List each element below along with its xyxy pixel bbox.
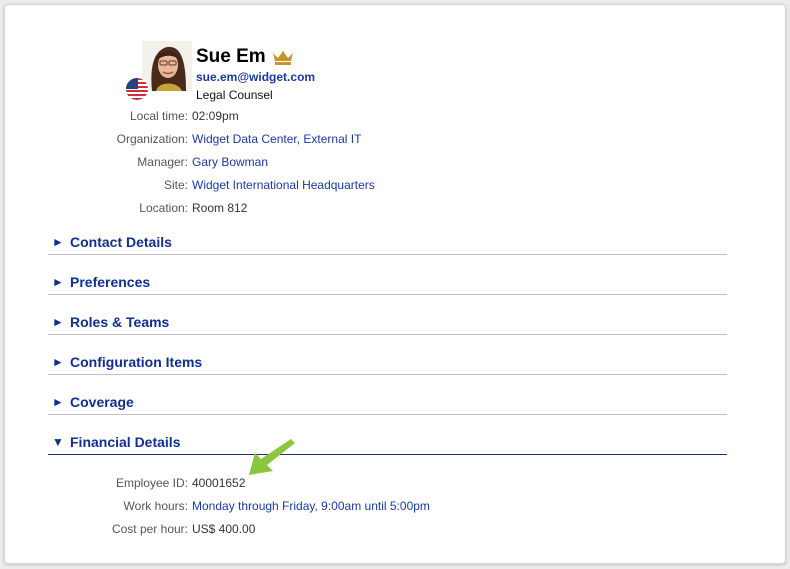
detail-value: 02:09pm xyxy=(192,109,239,123)
name-row: Sue Em xyxy=(196,46,295,68)
detail-label: Local time: xyxy=(129,109,188,123)
section-label: Financial Details xyxy=(70,434,181,450)
triangle-right-icon: ► xyxy=(52,395,64,409)
work-hours-link[interactable]: Monday through Friday, 9:00am until 5:00… xyxy=(192,498,430,514)
section-coverage[interactable]: ► Coverage xyxy=(48,391,727,415)
crown-icon xyxy=(272,51,293,65)
detail-value: Room 812 xyxy=(192,201,248,215)
job-title: Legal Counsel xyxy=(196,88,273,102)
detail-label: Location: xyxy=(139,201,188,215)
section-roles-teams[interactable]: ► Roles & Teams xyxy=(48,311,727,335)
detail-row-organization: Organization: Widget Data Center, Extern… xyxy=(5,131,362,147)
section-label: Coverage xyxy=(70,394,134,410)
cost-per-hour-value: US$ 400.00 xyxy=(192,522,256,536)
avatar xyxy=(142,41,192,91)
section-preferences[interactable]: ► Preferences xyxy=(48,271,727,295)
detail-row-manager: Manager: Gary Bowman xyxy=(5,154,268,170)
triangle-right-icon: ► xyxy=(52,235,64,249)
manager-link[interactable]: Gary Bowman xyxy=(192,154,268,170)
detail-row-location: Location: Room 812 xyxy=(5,200,247,216)
us-flag-icon xyxy=(126,78,148,100)
detail-label: Manager: xyxy=(137,155,188,169)
section-label: Contact Details xyxy=(70,234,172,250)
triangle-right-icon: ► xyxy=(52,315,64,329)
triangle-right-icon: ► xyxy=(52,355,64,369)
email-link[interactable]: sue.em@widget.com xyxy=(196,70,315,84)
detail-label: Work hours: xyxy=(123,499,188,513)
section-label: Roles & Teams xyxy=(70,314,170,330)
section-configuration-items[interactable]: ► Configuration Items xyxy=(48,351,727,375)
person-name: Sue Em xyxy=(196,46,266,67)
detail-label: Employee ID: xyxy=(115,476,188,490)
triangle-right-icon: ► xyxy=(52,275,64,289)
section-financial-details[interactable]: ▼ Financial Details xyxy=(48,431,727,455)
detail-row-site: Site: Widget International Headquarters xyxy=(5,177,375,193)
section-label: Preferences xyxy=(70,274,151,290)
triangle-down-icon: ▼ xyxy=(52,435,64,449)
detail-label: Cost per hour: xyxy=(111,522,188,536)
profile-panel: Sue Em sue.em@widget.com Legal Counsel L… xyxy=(4,4,786,564)
detail-label: Site: xyxy=(163,178,188,192)
site-link[interactable]: Widget International Headquarters xyxy=(192,177,375,193)
financial-row-cost-per-hour: Cost per hour: US$ 400.00 xyxy=(5,521,255,537)
financial-row-work-hours: Work hours: Monday through Friday, 9:00a… xyxy=(5,498,430,514)
detail-label: Organization: xyxy=(116,132,188,146)
section-contact-details[interactable]: ► Contact Details xyxy=(48,231,727,255)
profile-photo-icon xyxy=(142,41,192,91)
employee-id-value: 40001652 xyxy=(192,476,246,490)
detail-row-local-time: Local time: 02:09pm xyxy=(5,108,239,124)
financial-row-employee-id: Employee ID: 40001652 xyxy=(5,475,245,491)
section-label: Configuration Items xyxy=(70,354,203,370)
organization-link[interactable]: Widget Data Center, External IT xyxy=(192,131,361,147)
